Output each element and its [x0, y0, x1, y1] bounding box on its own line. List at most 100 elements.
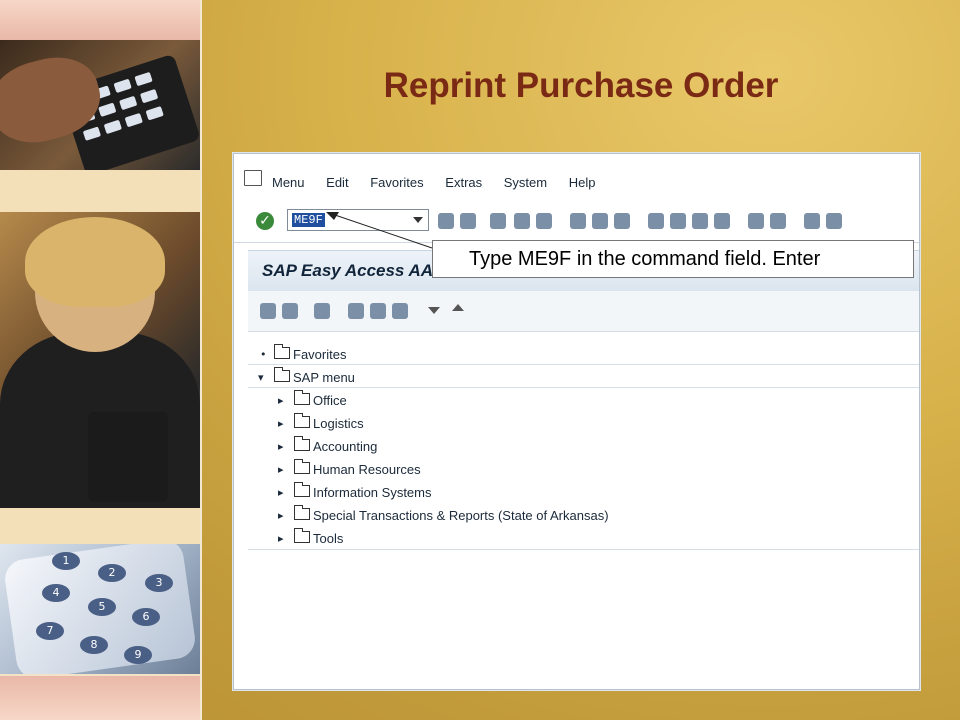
desk-phone-graphic — [88, 412, 168, 502]
chevron-down-icon[interactable] — [413, 217, 423, 223]
business-workplace-icon[interactable] — [314, 303, 330, 319]
back-icon[interactable] — [438, 213, 454, 229]
key — [82, 126, 102, 141]
phone-key: 9 — [124, 646, 152, 664]
menu-window-icon[interactable] — [244, 170, 262, 186]
key — [103, 119, 122, 135]
tree-marker[interactable]: ▸ — [278, 463, 284, 476]
tree-marker: • — [260, 348, 267, 361]
folder-icon — [294, 528, 310, 543]
phone-key: 1 — [52, 552, 80, 570]
find-next-icon[interactable] — [614, 213, 630, 229]
menu-item[interactable]: Edit — [326, 175, 348, 190]
menu-item[interactable]: Extras — [445, 175, 482, 190]
decor-band — [0, 0, 200, 40]
decor-band — [0, 676, 200, 720]
tree-item-favorites[interactable]: • Favorites — [248, 344, 919, 366]
folder-icon — [294, 505, 310, 520]
command-value[interactable]: ME9F — [292, 213, 325, 227]
tree-marker[interactable]: ▸ — [278, 532, 284, 545]
folder-icon — [294, 436, 310, 451]
tree-item-information-systems[interactable]: ▸ Information Systems — [248, 482, 919, 504]
cancel-icon[interactable] — [536, 213, 552, 229]
tree-separator — [248, 364, 919, 365]
tree-item-accounting[interactable]: ▸ Accounting — [248, 436, 919, 458]
phone-key: 7 — [36, 622, 64, 640]
tree-label: SAP menu — [293, 370, 355, 385]
tree-item-office[interactable]: ▸ Office — [248, 390, 919, 412]
menu-item[interactable]: System — [504, 175, 547, 190]
tree-item-logistics[interactable]: ▸ Logistics — [248, 413, 919, 435]
key — [113, 78, 132, 94]
phone-key: 2 — [98, 564, 126, 582]
command-field[interactable]: ME9F — [287, 209, 429, 231]
menu-item[interactable]: Help — [569, 175, 596, 190]
edit-favorite-icon[interactable] — [392, 303, 408, 319]
help-icon[interactable] — [804, 213, 820, 229]
menu-tree: • Favorites ▾ SAP menu ▸ Office ▸ Logist… — [248, 341, 919, 689]
key — [98, 102, 117, 117]
tree-item-special-transactions[interactable]: ▸ Special Transactions & Reports (State … — [248, 505, 919, 527]
photo-woman-on-phone — [0, 212, 200, 508]
shortcut-icon[interactable] — [770, 213, 786, 229]
new-session-icon[interactable] — [748, 213, 764, 229]
tree-marker[interactable]: ▸ — [278, 509, 284, 522]
check-icon[interactable]: ✓ — [256, 212, 274, 230]
tree-label: Logistics — [313, 416, 364, 431]
tree-separator — [248, 387, 919, 388]
tree-separator — [248, 549, 919, 550]
phone-key: 6 — [132, 608, 160, 626]
photo-keypad — [0, 40, 200, 170]
tree-marker[interactable]: ▸ — [278, 486, 284, 499]
application-toolbar — [248, 291, 919, 332]
tree-label: Tools — [313, 531, 344, 546]
folder-icon — [274, 367, 290, 382]
callout-text: Type ME9F in the command field. Enter — [469, 248, 821, 270]
photo-strip: 1 2 3 4 5 6 7 8 9 — [0, 0, 200, 720]
system-toolbar: ✓ ME9F — [234, 202, 919, 243]
folder-icon — [294, 459, 310, 474]
delete-favorite-icon[interactable] — [370, 303, 386, 319]
previous-icon[interactable] — [490, 213, 506, 229]
print-icon[interactable] — [570, 213, 586, 229]
tree-item-tools[interactable]: ▸ Tools — [248, 528, 919, 550]
previous-page-icon[interactable] — [670, 213, 686, 229]
slide-title: Reprint Purchase Order — [383, 66, 779, 105]
layout-icon[interactable] — [826, 213, 842, 229]
strip-divider — [200, 0, 202, 720]
tree-marker[interactable]: ▸ — [278, 440, 284, 453]
instruction-callout: Type ME9F in the command field. Enter — [432, 240, 914, 278]
menu-items: Menu Edit Favorites Extras System Help — [272, 175, 613, 190]
tree-marker[interactable]: ▾ — [258, 371, 264, 384]
key — [119, 95, 138, 111]
save-icon[interactable] — [460, 213, 476, 229]
menu-bar: Menu Edit Favorites Extras System Help — [234, 154, 919, 203]
exit-icon[interactable] — [514, 213, 530, 229]
last-page-icon[interactable] — [714, 213, 730, 229]
user-menu-icon[interactable] — [260, 303, 276, 319]
find-icon[interactable] — [592, 213, 608, 229]
key — [134, 71, 153, 87]
key — [124, 112, 143, 128]
tree-label: Office — [313, 393, 347, 408]
sap-menu-icon[interactable] — [282, 303, 298, 319]
photo-phone-keys: 1 2 3 4 5 6 7 8 9 — [0, 544, 200, 674]
first-page-icon[interactable] — [648, 213, 664, 229]
folder-icon — [294, 482, 310, 497]
next-page-icon[interactable] — [692, 213, 708, 229]
menu-item[interactable]: Favorites — [370, 175, 423, 190]
menu-item[interactable]: Menu — [272, 175, 305, 190]
move-down-icon[interactable] — [428, 307, 440, 314]
decor-band — [0, 508, 200, 544]
tree-marker[interactable]: ▸ — [278, 417, 284, 430]
move-up-icon[interactable] — [452, 304, 464, 311]
add-favorite-icon[interactable] — [348, 303, 364, 319]
tree-marker[interactable]: ▸ — [278, 394, 284, 407]
folder-icon — [294, 390, 310, 405]
folder-icon — [274, 344, 290, 359]
easy-access-title: SAP Easy Access AA — [262, 261, 434, 280]
tree-label: Special Transactions & Reports (State of… — [313, 508, 609, 523]
tree-label: Accounting — [313, 439, 378, 454]
tree-item-human-resources[interactable]: ▸ Human Resources — [248, 459, 919, 481]
tree-item-sap-menu[interactable]: ▾ SAP menu — [248, 367, 919, 389]
